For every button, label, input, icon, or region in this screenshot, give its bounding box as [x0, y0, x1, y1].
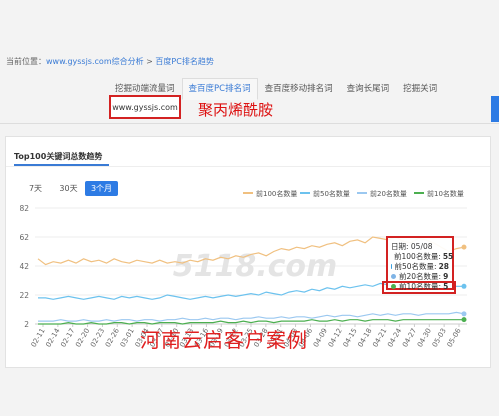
tooltip-highlight-box [382, 281, 456, 294]
tooltip-row-top50: 前50名数量: 28 [391, 261, 449, 271]
breadcrumb-site-link[interactable]: www.gyssjs.com综合分析 [46, 57, 144, 66]
search-button[interactable] [491, 96, 499, 122]
y-tick-label-2: 42 [19, 262, 29, 271]
tooltip-value-top100: 55 [442, 251, 454, 261]
legend-label-1: 前50名数量 [313, 189, 350, 198]
series-end-point-0 [461, 244, 467, 250]
series-end-point-2 [461, 311, 467, 317]
y-tick-label-0: 2 [24, 320, 29, 329]
tooltip-value-top50: 28 [438, 261, 449, 271]
x-tick-label-28: 05-06 [446, 327, 463, 349]
y-tick-label-4: 82 [19, 204, 29, 213]
breadcrumb-separator: > [143, 57, 156, 66]
domain-input[interactable]: www.gyssjs.com [109, 95, 181, 119]
tooltip-dot-top20 [391, 273, 396, 279]
series-end-point-1 [461, 283, 467, 289]
breadcrumb: 当前位置：www.gyssjs.com综合分析 > 百度PC排名趋势 [6, 56, 214, 67]
tooltip-row-top100: 前100名数量: 55 [391, 251, 453, 261]
y-tick-label-3: 62 [19, 233, 29, 242]
legend-label-3: 前10名数量 [427, 189, 464, 198]
legend-label-0: 前100名数量 [256, 189, 297, 198]
tooltip-value-top20: 9 [443, 271, 449, 281]
tooltip-date: 日期: 05/08 [391, 241, 433, 251]
y-tick-label-1: 22 [19, 291, 29, 300]
legend-label-2: 前20名数量 [370, 189, 407, 198]
overlay-label-bottom: 河南云启客户案例 [140, 328, 308, 352]
breadcrumb-prefix: 当前位置： [6, 57, 46, 66]
tooltip-row-top20: 前20名数量: 9 [391, 271, 449, 281]
series-end-point-3 [461, 317, 467, 323]
breadcrumb-current[interactable]: 百度PC排名趋势 [155, 57, 213, 66]
watermark: 5118.com [173, 249, 338, 284]
overlay-label-top: 聚丙烯酰胺 [198, 101, 274, 119]
page-root: 当前位置：www.gyssjs.com综合分析 > 百度PC排名趋势 挖掘动端流… [0, 0, 499, 416]
